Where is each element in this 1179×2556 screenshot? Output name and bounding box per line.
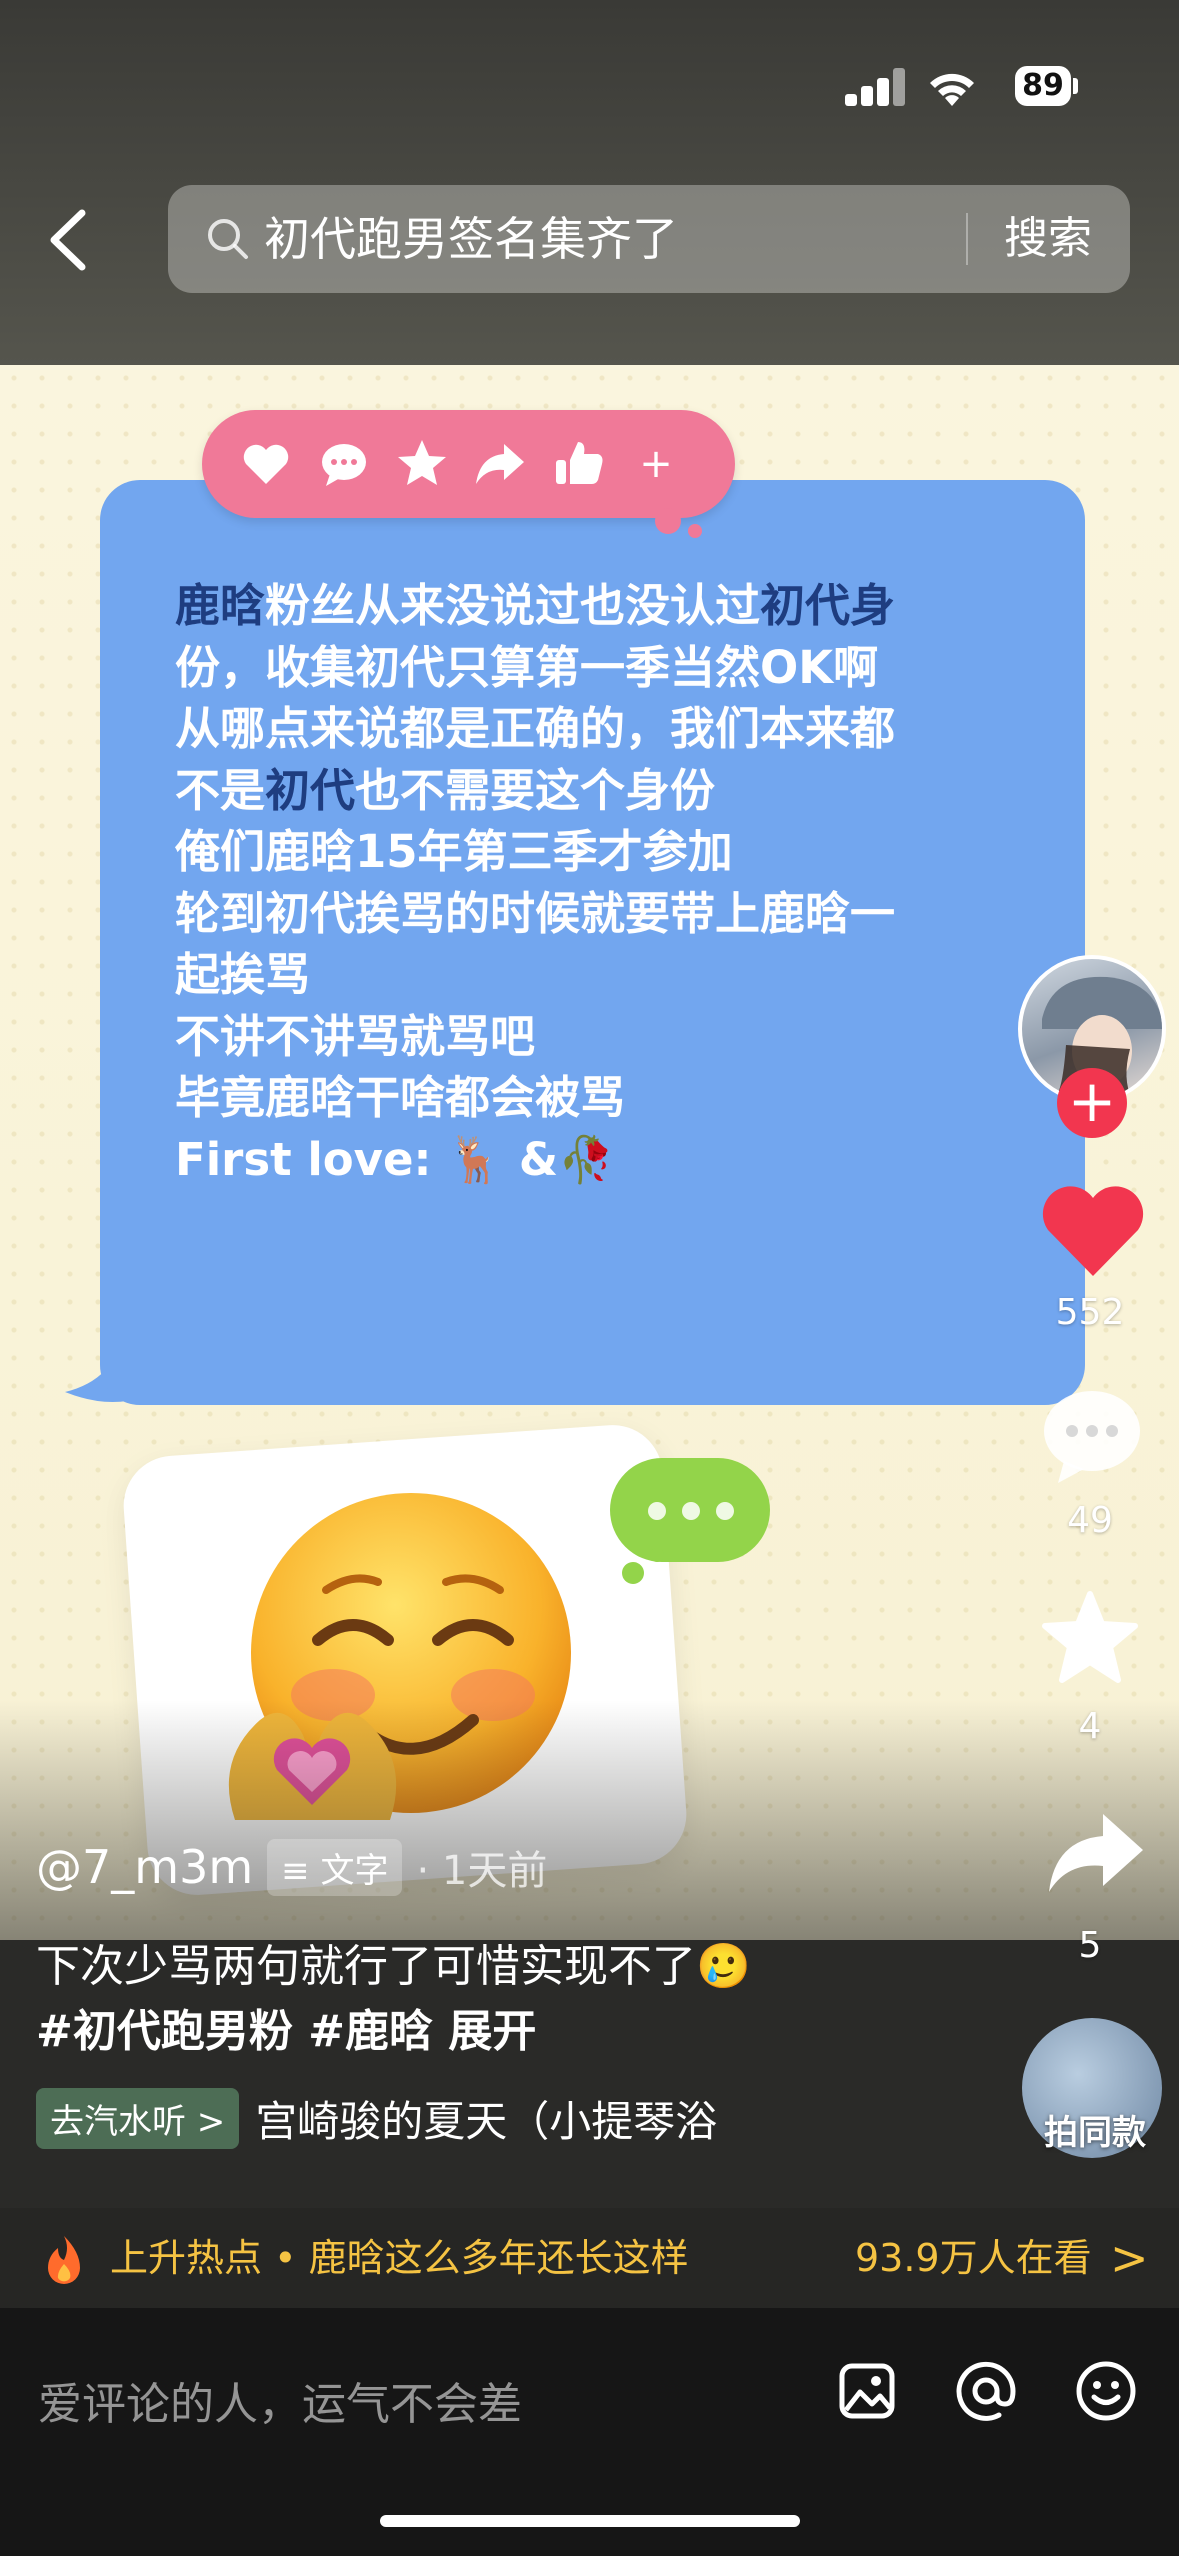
post-line: 鹿晗粉丝从来没说过也没认过初代身 — [175, 579, 896, 632]
comment-count: 49 — [1067, 1500, 1113, 1541]
post-time: · 1天前 — [416, 1848, 548, 1894]
plus-icon: + — [639, 441, 673, 487]
text-type-tag: ≡ 文字 — [267, 1838, 403, 1896]
author-handle[interactable]: @7_m3m — [36, 1840, 253, 1894]
reaction-bar-tail — [688, 524, 702, 538]
reaction-bar: + — [202, 410, 735, 518]
like-icon[interactable] — [1038, 1180, 1148, 1280]
post-line: 毕竟鹿晗干啥都会被骂 — [175, 1071, 626, 1124]
post-line: 轮到初代挨骂的时候就要带上鹿晗一 — [175, 886, 896, 940]
battery-tip — [1073, 78, 1078, 94]
mention-icon[interactable] — [955, 2360, 1017, 2422]
star-icon — [398, 440, 446, 485]
music-name[interactable]: 宫崎骏的夏天（小提琴浴 — [255, 2088, 717, 2149]
music-row[interactable]: 去汽水听 > 宫崎骏的夏天（小提琴浴 — [36, 2088, 717, 2149]
bottom-gradient — [0, 1700, 1179, 1940]
post-text: 鹿晗粉丝从来没说过也没认过初代身 份，收集初代只算第一季当然OK啊 从哪点来说都… — [175, 575, 1075, 1190]
author-row: @7_m3m ≡ 文字 · 1天前 — [36, 1832, 547, 1902]
post-line: 起挨骂 — [175, 948, 311, 1001]
search-divider — [966, 213, 968, 265]
comment-icon — [322, 444, 366, 486]
back-icon[interactable] — [40, 205, 100, 275]
highlight-luhan: 鹿晗 — [175, 579, 266, 632]
post-line: 俺们鹿晗15年第三季才参加 — [175, 825, 733, 878]
highlight-chudai: 初代身 — [760, 579, 896, 632]
share-arrow-icon[interactable] — [1045, 1810, 1145, 1896]
comment-icon[interactable] — [1040, 1385, 1144, 1485]
caption-text: 下次少骂两句就行了可惜实现不了🥲 — [36, 1941, 751, 1992]
favorite-count: 4 — [1078, 1706, 1102, 1747]
status-bar: 89 — [0, 0, 1179, 180]
shoot-same-label[interactable]: 拍同款 — [1020, 2105, 1170, 2154]
emoji-icon[interactable] — [1075, 2360, 1137, 2422]
typing-bubble-tail — [650, 1548, 664, 1562]
battery-indicator: 89 — [1015, 66, 1071, 106]
post-line: 从哪点来说都是正确的，我们本来都 — [175, 702, 896, 755]
image-icon[interactable] — [838, 2362, 896, 2420]
search-button[interactable]: 搜索 — [1004, 185, 1092, 293]
search-query[interactable]: 初代跑男签名集齐了 — [264, 185, 678, 293]
comment-input[interactable]: 爱评论的人，运气不会差 — [38, 2368, 522, 2432]
home-indicator[interactable] — [380, 2515, 800, 2527]
post-line: First love: 🦌 &🥀 — [175, 1132, 615, 1186]
share-icon — [476, 444, 524, 484]
text-lines-icon: ≡ — [281, 1850, 321, 1891]
search-bar[interactable]: 初代跑男签名集齐了 搜索 — [168, 185, 1130, 293]
wifi-icon — [930, 73, 974, 106]
post-line: 不是初代也不需要这个身份 — [175, 763, 716, 817]
favorite-star-icon[interactable] — [1040, 1590, 1140, 1686]
message-bubble: 鹿晗粉丝从来没说过也没认过初代身 份，收集初代只算第一季当然OK啊 从哪点来说都… — [100, 480, 1085, 1405]
caption-hashtags[interactable]: #初代跑男粉 #鹿晗 展开 — [36, 1995, 536, 2059]
follow-button[interactable]: + — [1057, 1068, 1127, 1138]
heart-icon — [243, 444, 289, 484]
post-line: 不讲不讲骂就骂吧 — [175, 1009, 536, 1063]
highlight-chudai: 初代 — [265, 763, 356, 817]
like-count: 552 — [1055, 1292, 1125, 1333]
post-line: 份，收集初代只算第一季当然OK啊 — [175, 640, 879, 694]
flame-icon — [48, 2236, 80, 2284]
trending-text[interactable]: 上升热点 • 鹿晗这么多年还长这样 — [110, 2208, 689, 2308]
viewer-count: 93.9万人在看 — [855, 2236, 1092, 2280]
trending-bar[interactable]: 上升热点 • 鹿晗这么多年还长这样 93.9万人在看 > — [0, 2208, 1179, 2308]
signal-icon — [845, 68, 905, 106]
chevron-right-icon[interactable]: > — [1110, 2208, 1149, 2308]
typing-bubble-tail — [622, 1562, 644, 1584]
music-app-tag[interactable]: 去汽水听 > — [36, 2088, 240, 2149]
search-icon — [208, 219, 248, 259]
share-count: 5 — [1078, 1925, 1102, 1966]
thumbs-up-icon — [556, 442, 603, 484]
typing-bubble — [610, 1458, 770, 1562]
reaction-bar-tail — [655, 508, 681, 534]
